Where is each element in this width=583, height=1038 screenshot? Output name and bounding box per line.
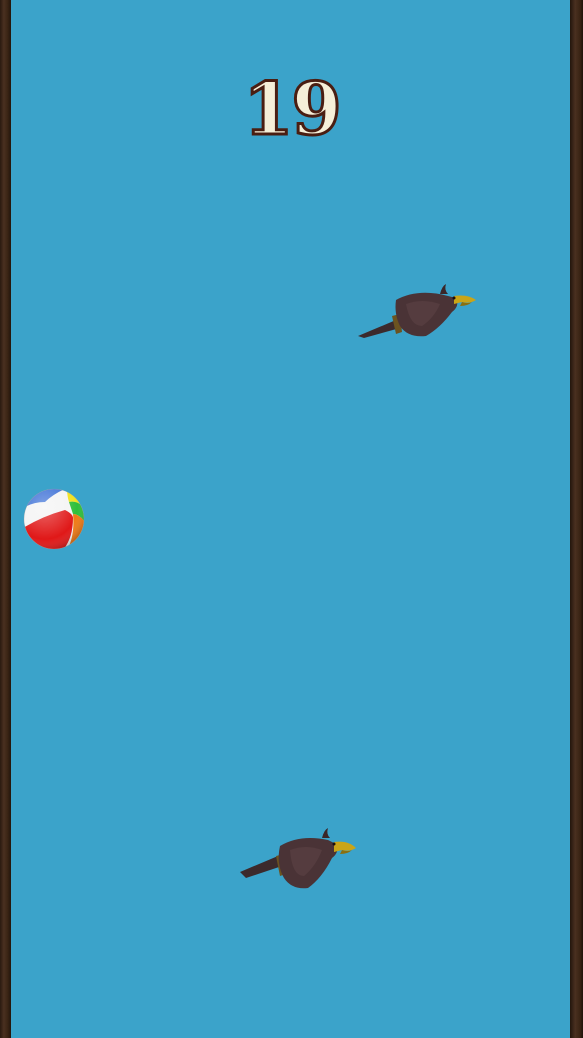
right-wall (570, 0, 583, 1038)
game-canvas[interactable]: 19 (0, 0, 583, 1038)
eagle-icon (358, 284, 476, 338)
beach-ball-icon[interactable] (23, 488, 85, 550)
left-wall (0, 0, 11, 1038)
eagle-icon (240, 828, 356, 889)
score-counter: 19 (242, 65, 343, 153)
